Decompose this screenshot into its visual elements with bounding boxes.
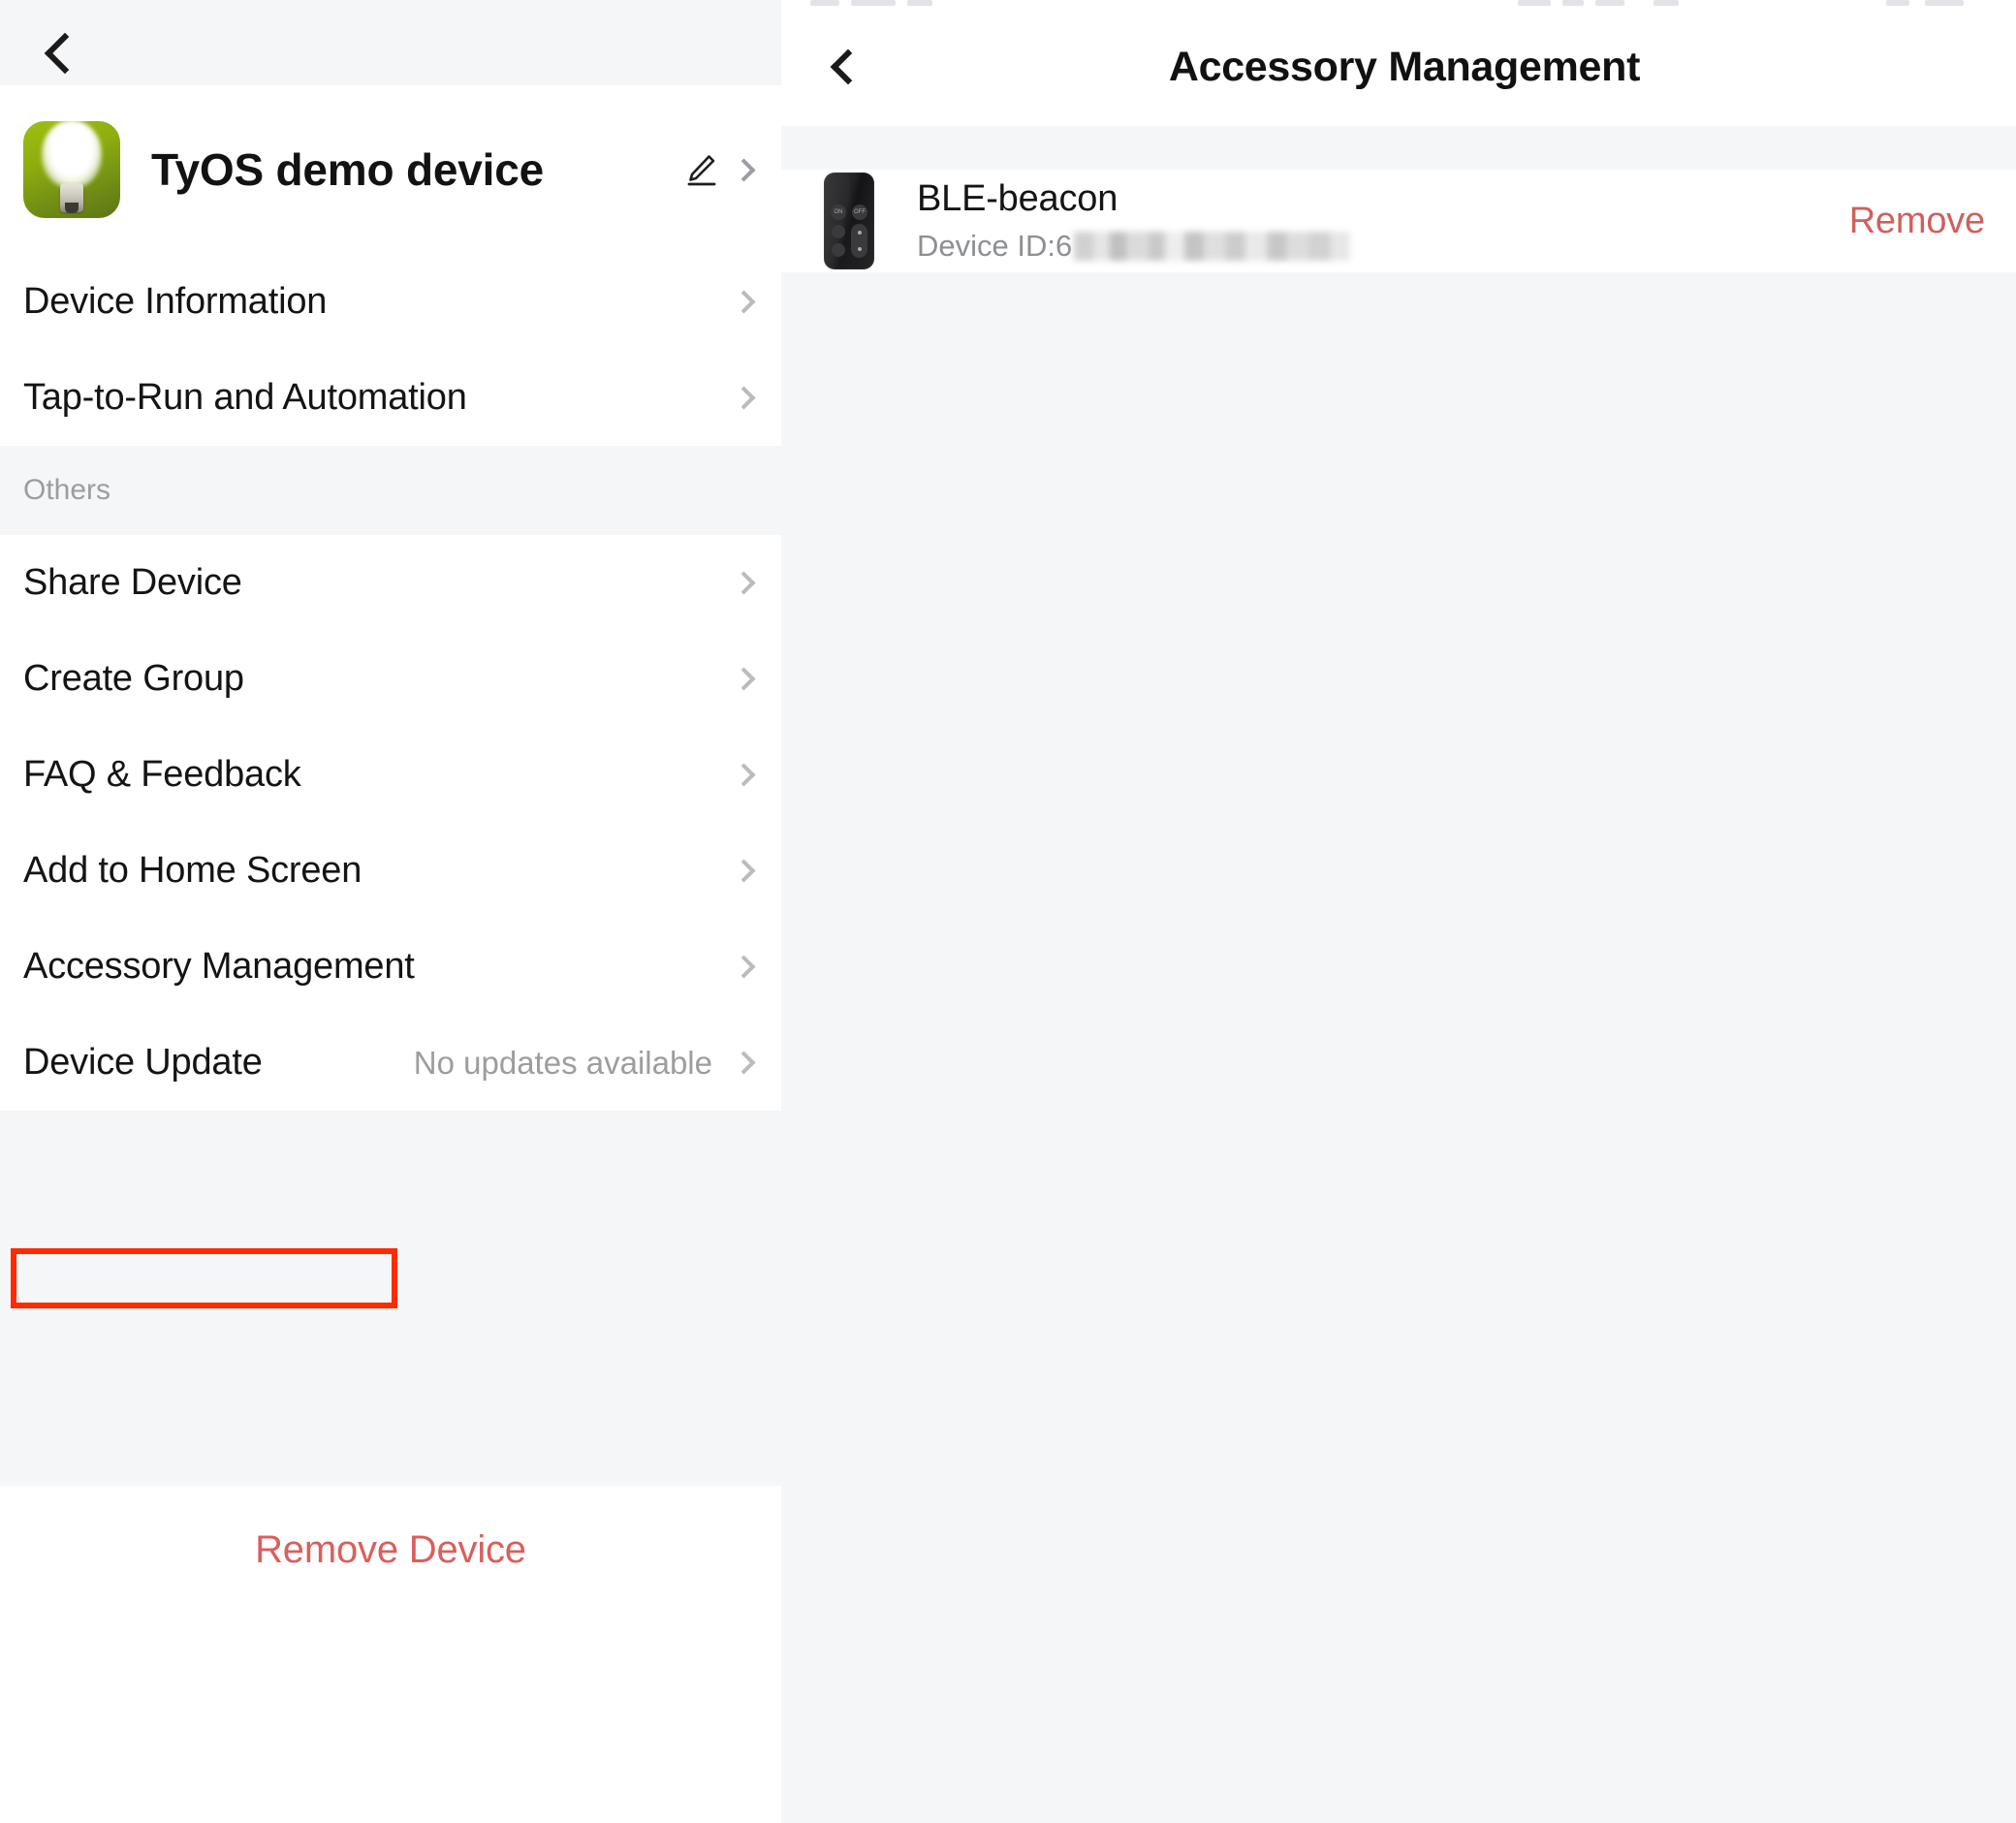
remote-dim-button-glyph bbox=[832, 243, 845, 257]
row-label: Create Group bbox=[23, 658, 244, 699]
bulb-glow-shape bbox=[42, 121, 102, 188]
pencil-icon[interactable] bbox=[681, 150, 720, 189]
device-update-status: No updates available bbox=[413, 1044, 712, 1081]
chevron-left-icon bbox=[44, 32, 86, 75]
remove-device-label: Remove Device bbox=[255, 1527, 526, 1571]
chevron-right-icon bbox=[732, 667, 756, 691]
remote-pill-button bbox=[851, 224, 867, 258]
row-label: Share Device bbox=[23, 562, 242, 603]
chevron-right-icon bbox=[732, 955, 756, 979]
device-settings-panel: TyOS demo device Device Information Tap-… bbox=[0, 0, 781, 1823]
remote-pill-dot-up bbox=[857, 231, 862, 235]
app-screenshot: TyOS demo device Device Information Tap-… bbox=[0, 0, 2016, 1823]
primary-settings-card: Device Information Tap-to-Run and Automa… bbox=[0, 254, 781, 446]
accessory-list-empty-area bbox=[781, 272, 2016, 1823]
left-panel-filler bbox=[0, 1614, 781, 1823]
accessory-name: BLE-beacon bbox=[917, 178, 1118, 219]
chevron-right-icon bbox=[732, 1051, 756, 1075]
chevron-right-icon bbox=[732, 386, 756, 410]
others-section-header: Others bbox=[0, 446, 781, 535]
primary-settings-group: Device Information Tap-to-Run and Automa… bbox=[0, 254, 781, 446]
page-title: Accessory Management bbox=[1168, 43, 1641, 90]
row-add-to-home-screen[interactable]: Add to Home Screen bbox=[0, 823, 781, 919]
back-button-right[interactable] bbox=[810, 33, 878, 101]
row-device-information[interactable]: Device Information bbox=[0, 254, 781, 350]
row-label: Add to Home Screen bbox=[23, 850, 362, 891]
others-settings-group: Others Share Device Create Group FAQ & F… bbox=[0, 446, 781, 1111]
row-share-device[interactable]: Share Device bbox=[0, 535, 781, 631]
row-accessory-management[interactable]: Accessory Management bbox=[0, 919, 781, 1015]
row-create-group[interactable]: Create Group bbox=[0, 631, 781, 727]
row-faq-and-feedback[interactable]: FAQ & Feedback bbox=[0, 727, 781, 823]
others-settings-card: Share Device Create Group FAQ & Feedback… bbox=[0, 535, 781, 1111]
back-button-left[interactable] bbox=[29, 21, 93, 85]
remove-device-button[interactable]: Remove Device bbox=[0, 1486, 781, 1614]
section-spacer bbox=[0, 1405, 781, 1486]
accessory-management-highlight bbox=[11, 1248, 397, 1308]
chevron-right-icon bbox=[732, 290, 756, 314]
accessory-text-block: BLE-beacon Device ID:6 bbox=[917, 178, 1820, 264]
row-label: Tap-to-Run and Automation bbox=[23, 377, 467, 418]
lightbulb-icon bbox=[23, 121, 120, 218]
chevron-right-icon bbox=[732, 763, 756, 787]
chevron-right-icon bbox=[732, 571, 756, 595]
device-header[interactable]: TyOS demo device bbox=[0, 85, 781, 254]
device-name: TyOS demo device bbox=[151, 144, 544, 195]
row-tap-to-run-and-automation[interactable]: Tap-to-Run and Automation bbox=[0, 350, 781, 446]
chevron-right-icon bbox=[732, 859, 756, 883]
status-bar bbox=[781, 0, 2016, 8]
accessory-device-id-label: Device ID:6 bbox=[917, 229, 1073, 263]
accessory-list-item[interactable]: ON OFF BLE-beacon Device ID:6 Remove bbox=[781, 170, 2016, 272]
bulb-tip-shape bbox=[65, 203, 79, 213]
remote-brightness-button-glyph bbox=[832, 225, 845, 238]
remove-accessory-button[interactable]: Remove bbox=[1849, 201, 1986, 242]
redacted-device-id bbox=[1074, 232, 1351, 261]
chevron-right-icon[interactable] bbox=[732, 157, 756, 182]
remote-on-button-glyph: ON bbox=[831, 204, 846, 220]
device-header-actions bbox=[681, 150, 756, 189]
row-label: Device Update bbox=[23, 1042, 263, 1083]
row-label: Accessory Management bbox=[23, 946, 415, 987]
remote-off-button-glyph: OFF bbox=[852, 204, 867, 220]
chevron-left-icon bbox=[830, 48, 866, 85]
accessory-management-panel: Accessory Management ON OFF BLE-beacon D… bbox=[781, 0, 2016, 1823]
row-device-update[interactable]: Device Update No updates available bbox=[0, 1015, 781, 1111]
header-separator-band bbox=[781, 126, 2016, 170]
remote-pill-dot-down bbox=[857, 247, 862, 251]
accessory-management-header: Accessory Management bbox=[781, 8, 2016, 126]
accessory-device-id: Device ID:6 bbox=[917, 229, 1820, 264]
row-label: Device Information bbox=[23, 281, 328, 322]
row-label: FAQ & Feedback bbox=[23, 754, 301, 795]
section-title: Others bbox=[23, 474, 111, 506]
remote-control-icon: ON OFF bbox=[824, 173, 874, 269]
